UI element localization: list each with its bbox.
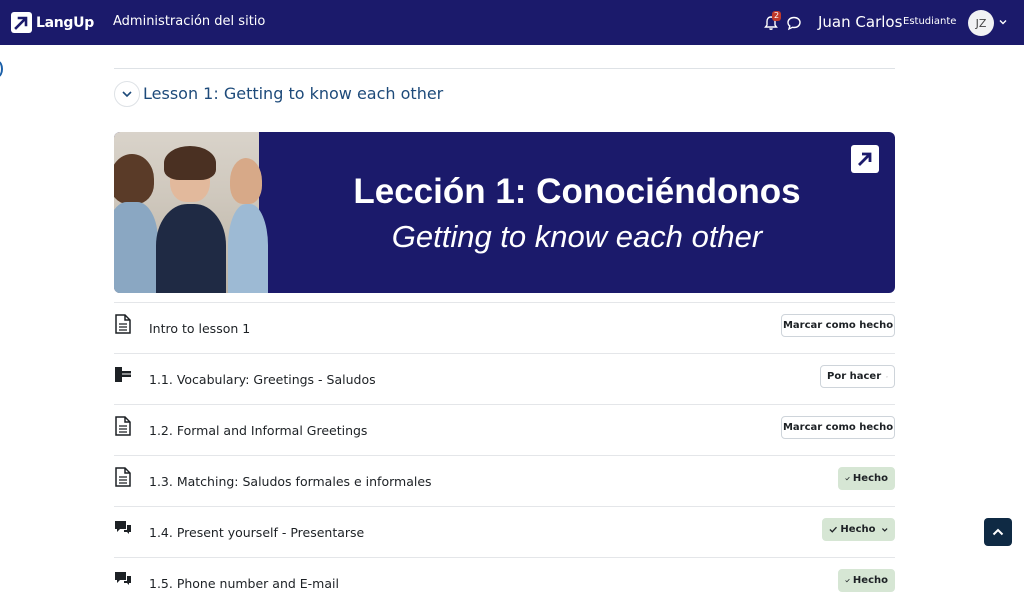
notification-badge: 2	[772, 11, 782, 21]
brand-name: LangUp	[36, 14, 94, 31]
list-item: 1.1. Vocabulary: Greetings - Saludos Por…	[114, 353, 895, 404]
site-admin-link[interactable]: Administración del sitio	[113, 14, 265, 29]
done-button[interactable]: Hecho	[838, 467, 895, 490]
check-icon	[845, 578, 850, 583]
banner-photo	[114, 132, 268, 293]
chevron-down-icon	[886, 376, 888, 377]
button-label: Hecho	[840, 524, 876, 535]
lesson-banner: Lección 1: Conociéndonos Getting to know…	[114, 132, 895, 293]
drawer-toggle[interactable]	[0, 61, 3, 77]
puzzle-icon	[115, 367, 131, 382]
banner-subtitle: Getting to know each other	[391, 219, 763, 254]
divider	[114, 68, 895, 69]
user-role: Estudiante	[903, 16, 957, 27]
done-dropdown[interactable]: Hecho	[822, 518, 895, 541]
user-name[interactable]: Juan Carlos	[818, 13, 902, 31]
done-button[interactable]: Hecho	[838, 569, 895, 592]
mark-done-button[interactable]: Marcar como hecho	[781, 416, 895, 439]
button-label: Marcar como hecho	[782, 422, 894, 433]
page-icon	[115, 467, 131, 487]
activity-name[interactable]: 1.2. Formal and Informal Greetings	[149, 423, 367, 438]
langup-logo-icon	[11, 12, 32, 33]
list-item: 1.4. Present yourself - Presentarse Hech…	[114, 506, 895, 557]
top-navbar: LangUp Administración del sitio 2 Juan C…	[0, 0, 1024, 45]
button-label: Marcar como hecho	[782, 320, 894, 331]
activity-name[interactable]: 1.1. Vocabulary: Greetings - Saludos	[149, 372, 376, 387]
activity-name[interactable]: Intro to lesson 1	[149, 321, 250, 336]
activity-name[interactable]: 1.5. Phone number and E-mail	[149, 576, 339, 591]
page-icon	[115, 314, 131, 334]
list-item: Intro to lesson 1 Marcar como hecho	[114, 302, 895, 353]
back-to-top-button[interactable]	[984, 518, 1012, 546]
expand-icon[interactable]	[851, 145, 879, 173]
chevron-down-icon	[122, 91, 132, 98]
section-collapse-button[interactable]	[114, 81, 140, 107]
check-icon	[829, 526, 837, 533]
activity-name[interactable]: 1.3. Matching: Saludos formales e inform…	[149, 474, 432, 489]
list-item: 1.3. Matching: Saludos formales e inform…	[114, 455, 895, 506]
chevron-down-icon[interactable]	[998, 17, 1008, 27]
list-item: 1.2. Formal and Informal Greetings Marca…	[114, 404, 895, 455]
forum-icon	[115, 572, 131, 585]
check-icon	[845, 476, 850, 481]
page-icon	[115, 416, 131, 436]
activity-name[interactable]: 1.4. Present yourself - Presentarse	[149, 525, 364, 540]
chevron-down-icon	[881, 527, 888, 532]
button-label: Hecho	[852, 575, 888, 586]
avatar[interactable]: JZ	[968, 10, 994, 36]
banner-title: Lección 1: Conociéndonos	[353, 172, 801, 211]
mark-done-button[interactable]: Marcar como hecho	[781, 314, 895, 337]
forum-icon	[115, 521, 131, 534]
button-label: Hecho	[852, 473, 888, 484]
todo-dropdown[interactable]: Por hacer	[820, 365, 895, 388]
section-title[interactable]: Lesson 1: Getting to know each other	[143, 84, 443, 103]
chevron-up-icon	[992, 528, 1004, 536]
list-item: 1.5. Phone number and E-mail Hecho	[114, 557, 895, 597]
brand[interactable]: LangUp	[11, 12, 94, 33]
chat-icon[interactable]	[786, 15, 802, 31]
button-label: Por hacer	[827, 371, 882, 382]
